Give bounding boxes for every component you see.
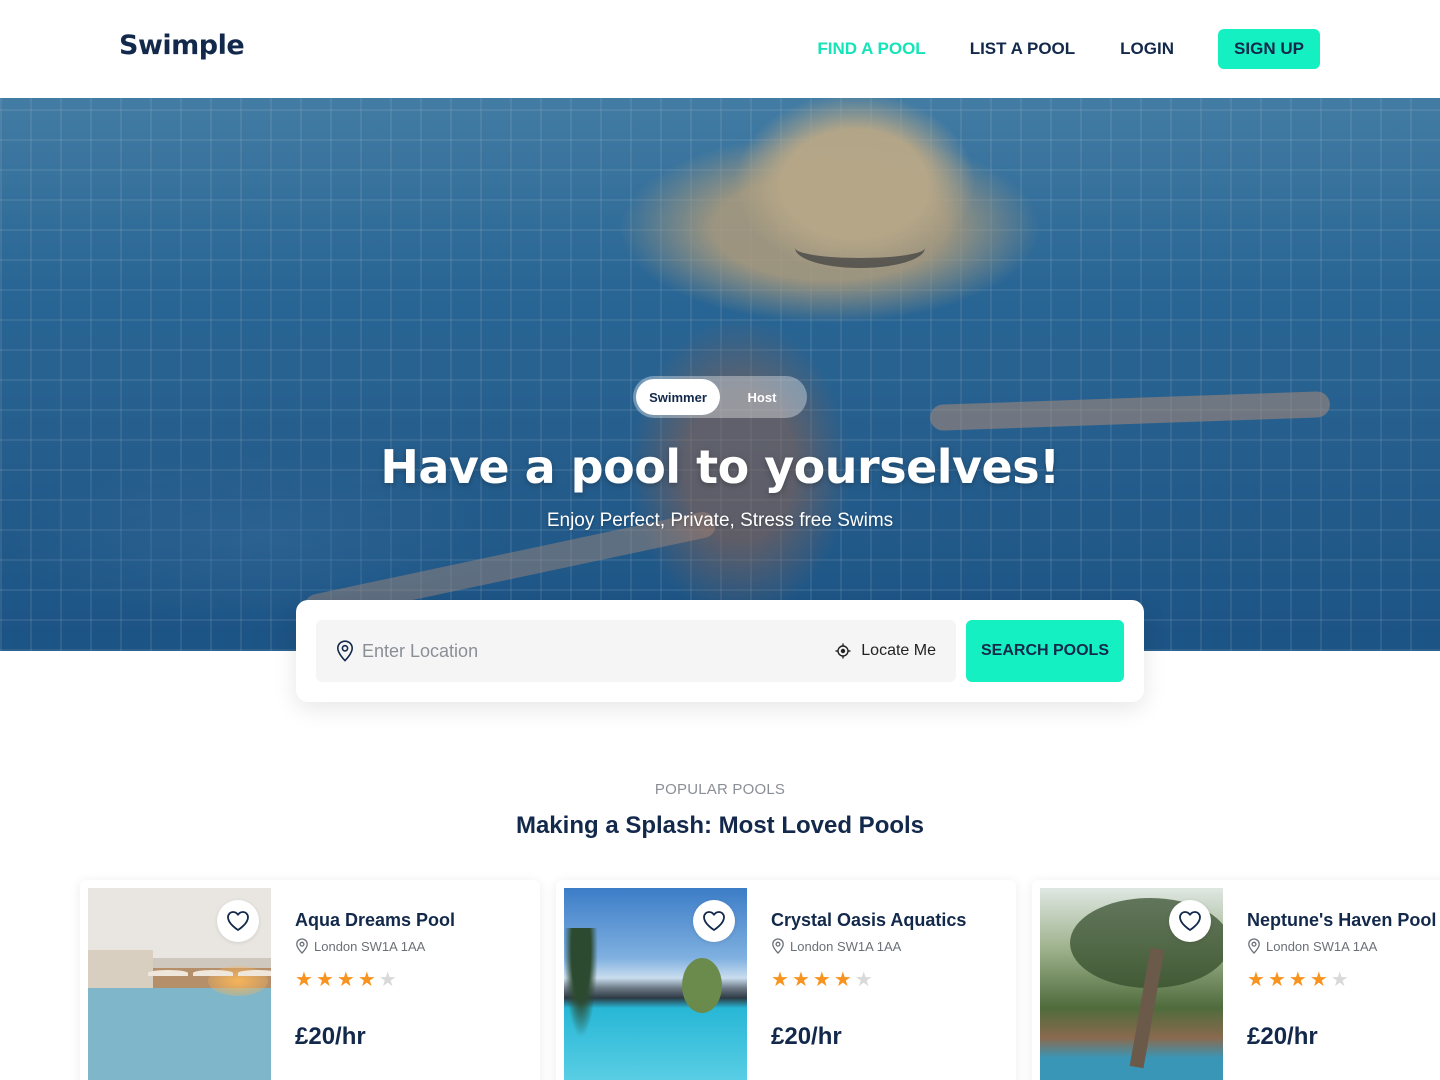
pool-location-text: London SW1A 1AA	[314, 938, 426, 954]
favorite-button[interactable]	[693, 900, 735, 942]
pool-image	[564, 888, 747, 1080]
star-filled-icon: ★	[791, 967, 810, 991]
section-title: Making a Splash: Most Loved Pools	[515, 812, 925, 839]
favorite-button[interactable]	[1169, 900, 1211, 942]
heart-icon	[227, 911, 249, 931]
pool-name[interactable]: Aqua Dreams Pool	[295, 910, 455, 931]
site-header: Swimple FIND A POOL LIST A POOL LOGIN SI…	[0, 0, 1440, 98]
nav-login[interactable]: LOGIN	[1120, 29, 1174, 69]
pool-location: London SW1A 1AA	[771, 938, 901, 954]
nav-find-a-pool[interactable]: FIND A POOL	[817, 29, 925, 69]
pool-location-text: London SW1A 1AA	[790, 938, 902, 954]
star-filled-icon: ★	[1267, 967, 1286, 991]
nav-list-a-pool[interactable]: LIST A POOL	[970, 29, 1075, 69]
location-input[interactable]	[362, 620, 782, 682]
pool-card[interactable]: Crystal Oasis Aquatics London SW1A 1AA ★…	[556, 880, 1016, 1080]
toggle-host[interactable]: Host	[733, 379, 791, 415]
location-pin-icon	[772, 938, 784, 954]
pool-location: London SW1A 1AA	[1247, 938, 1377, 954]
toggle-swimmer[interactable]: Swimmer	[636, 379, 720, 415]
pool-image-detail	[238, 970, 271, 976]
location-pin-icon	[336, 640, 354, 662]
star-filled-icon: ★	[1309, 967, 1328, 991]
location-pin-icon	[1248, 938, 1260, 954]
star-filled-icon: ★	[1288, 967, 1307, 991]
pool-image-detail	[682, 958, 722, 1013]
crosshair-icon	[835, 643, 851, 659]
rating-stars: ★ ★ ★ ★ ★	[295, 969, 397, 989]
pool-card[interactable]: Aqua Dreams Pool London SW1A 1AA ★ ★ ★ ★ ★ £…	[80, 880, 540, 1080]
star-filled-icon: ★	[771, 967, 789, 991]
logo[interactable]: Swimple	[119, 30, 245, 61]
star-filled-icon: ★	[315, 967, 334, 991]
location-pin-icon	[296, 938, 308, 954]
locate-me-button[interactable]: Locate Me	[835, 620, 936, 682]
pool-price: £20/hr	[771, 1023, 842, 1050]
pool-location-text: London SW1A 1AA	[1266, 938, 1378, 954]
rating-stars: ★ ★ ★ ★ ★	[1247, 969, 1349, 989]
star-filled-icon: ★	[833, 967, 852, 991]
rating-stars: ★ ★ ★ ★ ★	[771, 969, 873, 989]
star-filled-icon: ★	[812, 967, 831, 991]
star-filled-icon: ★	[357, 967, 376, 991]
locate-me-label: Locate Me	[861, 642, 936, 659]
pool-name[interactable]: Crystal Oasis Aquatics	[771, 910, 966, 931]
pool-name[interactable]: Neptune's Haven Pool	[1247, 910, 1436, 931]
main-nav: FIND A POOL LIST A POOL LOGIN SIGN UP	[817, 29, 1320, 69]
search-pools-button[interactable]: SEARCH POOLS	[966, 620, 1124, 682]
star-empty-icon: ★	[1330, 967, 1349, 991]
hero-banner: Swimmer Host Have a pool to yourselves! …	[0, 98, 1440, 651]
heart-icon	[1179, 911, 1201, 931]
pool-card[interactable]: Neptune's Haven Pool London SW1A 1AA ★ ★ ★…	[1032, 880, 1440, 1080]
pool-image	[88, 888, 271, 1080]
section-eyebrow: POPULAR POOLS	[654, 781, 786, 798]
pool-image-detail	[88, 950, 153, 988]
pool-price: £20/hr	[295, 1023, 366, 1050]
location-field: Locate Me	[316, 620, 956, 682]
star-filled-icon: ★	[336, 967, 355, 991]
star-filled-icon: ★	[295, 967, 313, 991]
sign-up-button[interactable]: SIGN UP	[1218, 29, 1320, 69]
hero-title: Have a pool to yourselves!	[380, 440, 1060, 494]
hero-subtitle: Enjoy Perfect, Private, Stress free Swim…	[546, 510, 894, 531]
heart-icon	[703, 911, 725, 931]
role-toggle: Swimmer Host	[633, 376, 807, 418]
pool-location: London SW1A 1AA	[295, 938, 425, 954]
pool-image	[1040, 888, 1223, 1080]
hero-overlay	[0, 98, 1440, 651]
pool-price: £20/hr	[1247, 1023, 1318, 1050]
pool-image-detail	[193, 970, 233, 976]
search-card: Locate Me SEARCH POOLS	[296, 600, 1144, 702]
pool-image-detail	[148, 970, 188, 976]
pool-image-detail	[564, 928, 598, 1038]
star-empty-icon: ★	[378, 967, 397, 991]
favorite-button[interactable]	[217, 900, 259, 942]
star-filled-icon: ★	[1247, 967, 1265, 991]
star-empty-icon: ★	[854, 967, 873, 991]
